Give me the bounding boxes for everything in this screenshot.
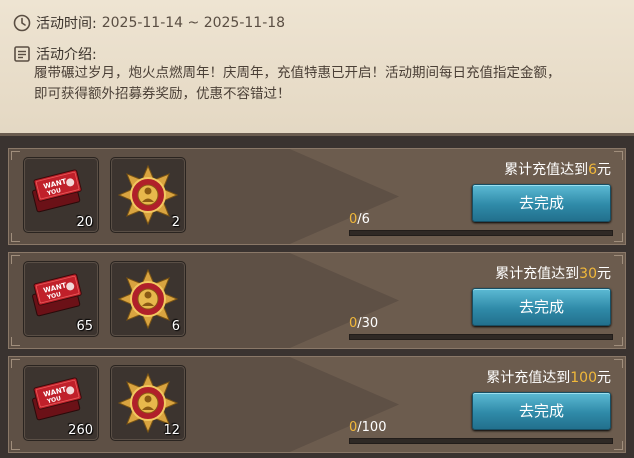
progress-text: 0/6 — [349, 212, 370, 227]
task-row: WANT YOU 260 12 累计充值达到100元 去完成 0/100 — [8, 356, 626, 453]
progress-bar — [349, 230, 613, 236]
task-goal-suffix: 元 — [597, 162, 611, 178]
event-time-row: 活动时间: 2025-11-14 ~ 2025-11-18 — [13, 13, 285, 33]
event-intro-row: 活动介绍: — [13, 44, 97, 64]
frame-corner — [11, 359, 20, 368]
reward-item-medal[interactable]: 2 — [110, 157, 186, 233]
frame-corner — [11, 337, 20, 346]
frame-corner — [11, 255, 20, 264]
reward-quantity: 65 — [76, 319, 93, 334]
task-row: WANT YOU 65 6 累计充值达到30元 去完成 0/30 — [8, 252, 626, 349]
clock-icon — [13, 14, 31, 32]
frame-corner — [614, 359, 623, 368]
event-description-line: 履带碾过岁月，炮火点燃周年！庆周年，充值特惠已开启！活动期间每日充值指定金额， — [34, 65, 561, 81]
event-info-panel: 活动时间: 2025-11-14 ~ 2025-11-18 活动介绍: 履带碾过… — [0, 0, 634, 136]
frame-corner — [11, 441, 20, 450]
frame-corner — [614, 337, 623, 346]
frame-corner — [614, 151, 623, 160]
event-description-line: 即可获得额外招募券奖励，优惠不容错过！ — [34, 86, 291, 102]
frame-corner — [11, 233, 20, 242]
task-goal: 累计充值达到30元 — [495, 263, 611, 283]
reward-quantity: 20 — [76, 215, 93, 230]
task-goal: 累计充值达到100元 — [486, 367, 611, 387]
task-goal-prefix: 累计充值达到 — [504, 162, 589, 178]
reward-quantity: 260 — [68, 423, 93, 438]
task-goal-prefix: 累计充值达到 — [495, 266, 580, 282]
task-goal-amount: 100 — [570, 370, 597, 386]
reward-quantity: 12 — [163, 423, 180, 438]
progress-text: 0/30 — [349, 316, 378, 331]
reward-item-recruit-ticket[interactable]: WANT YOU 65 — [23, 261, 99, 337]
progress-text: 0/100 — [349, 420, 386, 435]
frame-corner — [11, 151, 20, 160]
document-icon — [14, 46, 30, 62]
reward-quantity: 6 — [171, 319, 180, 334]
go-complete-button[interactable]: 去完成 — [472, 288, 611, 326]
progress-total: /6 — [357, 212, 370, 227]
event-description: 履带碾过岁月，炮火点燃周年！庆周年，充值特惠已开启！活动期间每日充值指定金额， … — [34, 63, 614, 105]
task-goal-prefix: 累计充值达到 — [486, 370, 571, 386]
reward-item-medal[interactable]: 6 — [110, 261, 186, 337]
task-goal-suffix: 元 — [597, 370, 611, 386]
task-goal-amount: 30 — [579, 266, 597, 282]
task-row: WANT YOU 20 2 累计充值达到6元 去完成 0/6 — [8, 148, 626, 245]
event-intro-label: 活动介绍: — [36, 47, 97, 63]
reward-item-recruit-ticket[interactable]: WANT YOU 260 — [23, 365, 99, 441]
task-goal: 累计充值达到6元 — [504, 159, 611, 179]
progress-total: /30 — [357, 316, 379, 331]
frame-corner — [614, 255, 623, 264]
go-complete-button[interactable]: 去完成 — [472, 392, 611, 430]
progress-total: /100 — [357, 420, 387, 435]
task-goal-suffix: 元 — [597, 266, 611, 282]
reward-item-recruit-ticket[interactable]: WANT YOU 20 — [23, 157, 99, 233]
reward-quantity: 2 — [171, 215, 180, 230]
go-complete-button[interactable]: 去完成 — [472, 184, 611, 222]
event-time-value: 2025-11-14 ~ 2025-11-18 — [101, 15, 286, 31]
frame-corner — [614, 233, 623, 242]
frame-corner — [614, 441, 623, 450]
progress-bar — [349, 438, 613, 444]
reward-item-medal[interactable]: 12 — [110, 365, 186, 441]
event-time-label: 活动时间: — [36, 16, 97, 32]
task-goal-amount: 6 — [588, 162, 597, 178]
progress-bar — [349, 334, 613, 340]
